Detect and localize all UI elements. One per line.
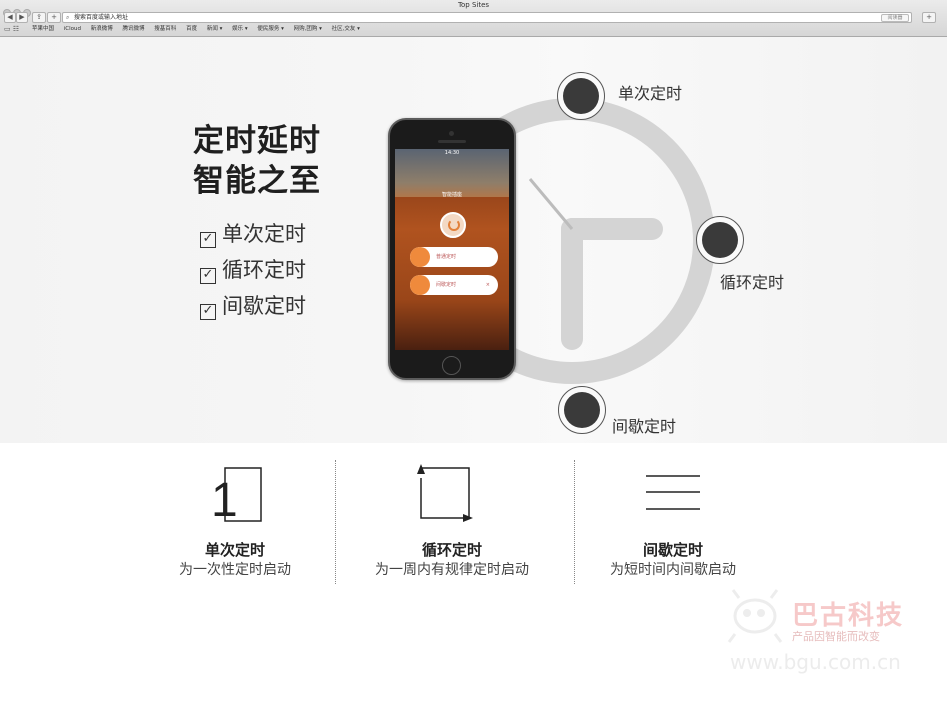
feature-desc: 为短时间内间歇启动 xyxy=(610,562,736,578)
bookmark-item[interactable]: 社区,交友 ▾ xyxy=(332,26,360,32)
cycle-timer-icon xyxy=(337,454,567,524)
window-title: Top Sites xyxy=(457,1,490,9)
speaker-icon xyxy=(438,140,466,143)
watermark: 巴古科技 产品因智能而改变 www.bgu.com.cn xyxy=(727,589,920,690)
watermark-brand: 巴古科技 xyxy=(792,601,905,631)
camera-icon xyxy=(449,131,454,136)
checkbox-icon: ✓ xyxy=(200,232,216,248)
bookmark-item[interactable]: 搜基百科 xyxy=(154,26,176,32)
checkbox-icon: ✓ xyxy=(200,304,216,320)
bookmark-item[interactable]: 便民服务 ▾ xyxy=(257,26,284,32)
phone-mockup: 14:30 智能插座 普通定时 间歇定时 × xyxy=(388,118,516,380)
hero-banner: 定时延时 智能之至 ✓ 单次定时 ✓ 循环定时 ✓ 间歇定时 单次定时 循环定时 间歇… xyxy=(0,37,947,443)
feature-cycle: 循环定时 为一周内有规律定时启动 xyxy=(337,454,567,580)
dial-marker-cycle xyxy=(696,216,744,264)
bookmark-item[interactable]: 腾讯微博 xyxy=(123,26,145,32)
bookmarks-icon[interactable]: ▭ ☷ xyxy=(4,25,19,33)
bookmark-item[interactable]: 新闻 ▾ xyxy=(207,26,223,32)
search-icon: ⌕ xyxy=(66,14,70,21)
bookmark-item[interactable]: 娱乐 ▾ xyxy=(232,26,248,32)
forward-button[interactable]: ▶ xyxy=(16,12,28,23)
feature-desc: 为一次性定时启动 xyxy=(179,562,291,578)
feature-title: 间歇定时 xyxy=(642,541,703,559)
bookmark-item[interactable]: 网购,团购 ▾ xyxy=(294,26,322,32)
timer-option-label: 间歇定时 xyxy=(436,282,457,288)
phone-screen: 14:30 智能插座 普通定时 间歇定时 × xyxy=(395,149,509,350)
downloads-button[interactable]: + xyxy=(922,12,936,23)
checklist-label: 间歇定时 xyxy=(222,294,306,318)
power-button-icon[interactable] xyxy=(440,212,466,238)
home-button xyxy=(442,356,461,375)
bookmark-item[interactable]: 百度 xyxy=(186,26,197,32)
single-timer-icon: 1 xyxy=(120,454,350,524)
feature-checklist: ✓ 单次定时 ✓ 循环定时 ✓ 间歇定时 xyxy=(200,216,306,324)
bookmark-item[interactable]: 苹果中国 xyxy=(32,26,54,32)
bookmark-item[interactable]: iCloud xyxy=(64,26,81,32)
feature-title: 单次定时 xyxy=(204,541,265,559)
checklist-item: ✓ 单次定时 xyxy=(200,216,306,252)
dial-marker-interval xyxy=(558,386,606,434)
dial-label-cycle: 循环定时 xyxy=(720,273,785,292)
dial-marker-single xyxy=(557,72,605,120)
watermark-slogan: 产品因智能而改变 xyxy=(792,630,880,643)
timer-option-normal[interactable]: 普通定时 xyxy=(410,247,498,267)
interval-timer-icon xyxy=(558,454,788,524)
dial-label-single: 单次定时 xyxy=(618,84,683,103)
timer-option-interval[interactable]: 间歇定时 × xyxy=(410,275,498,295)
bookmark-item[interactable]: 新浪微博 xyxy=(91,26,113,32)
timer-option-label: 普通定时 xyxy=(436,254,457,260)
checklist-item: ✓ 间歇定时 xyxy=(200,288,306,324)
feature-single: 1 单次定时 为一次性定时启动 xyxy=(120,454,350,580)
checkbox-icon: ✓ xyxy=(200,268,216,284)
reader-button[interactable]: 阅读器 xyxy=(881,14,909,22)
alarm-clock-icon xyxy=(410,247,430,267)
mascot-logo-icon xyxy=(727,589,783,643)
status-time: 14:30 xyxy=(444,150,460,156)
watermark-url: www.bgu.com.cn xyxy=(730,650,901,674)
checklist-label: 单次定时 xyxy=(222,222,306,246)
share-button[interactable]: ⇪ xyxy=(32,12,46,23)
divider xyxy=(335,460,336,584)
screen-title: 智能插座 xyxy=(441,192,462,198)
address-placeholder: 搜索百度或输入地址 xyxy=(74,14,129,21)
back-button[interactable]: ◀ xyxy=(4,12,16,23)
dial-label-interval: 间歇定时 xyxy=(612,417,677,436)
feature-interval: 间歇定时 为短时间内间歇启动 xyxy=(558,454,788,580)
new-tab-button[interactable]: + xyxy=(47,12,61,23)
timer-icon xyxy=(410,275,430,295)
feature-title: 循环定时 xyxy=(421,541,482,559)
browser-toolbar: Top Sites ◀ ▶ ⇪ + ⌕ 搜索百度或输入地址 阅读器 + ▭ ☷ … xyxy=(0,0,947,37)
feature-desc: 为一周内有规律定时启动 xyxy=(375,562,529,578)
hero-headline: 定时延时 智能之至 xyxy=(150,121,364,201)
bookmarks-bar: 苹果中国 iCloud 新浪微博 腾讯微博 搜基百科 百度 新闻 ▾ 娱乐 ▾ … xyxy=(32,25,368,33)
numeral-icon: 1 xyxy=(211,474,238,524)
headline-line: 定时延时 xyxy=(193,123,321,159)
close-icon[interactable]: × xyxy=(486,275,490,295)
checklist-label: 循环定时 xyxy=(222,258,306,282)
address-bar[interactable]: ⌕ 搜索百度或输入地址 阅读器 xyxy=(62,12,912,23)
checklist-item: ✓ 循环定时 xyxy=(200,252,306,288)
headline-line: 智能之至 xyxy=(193,163,321,199)
